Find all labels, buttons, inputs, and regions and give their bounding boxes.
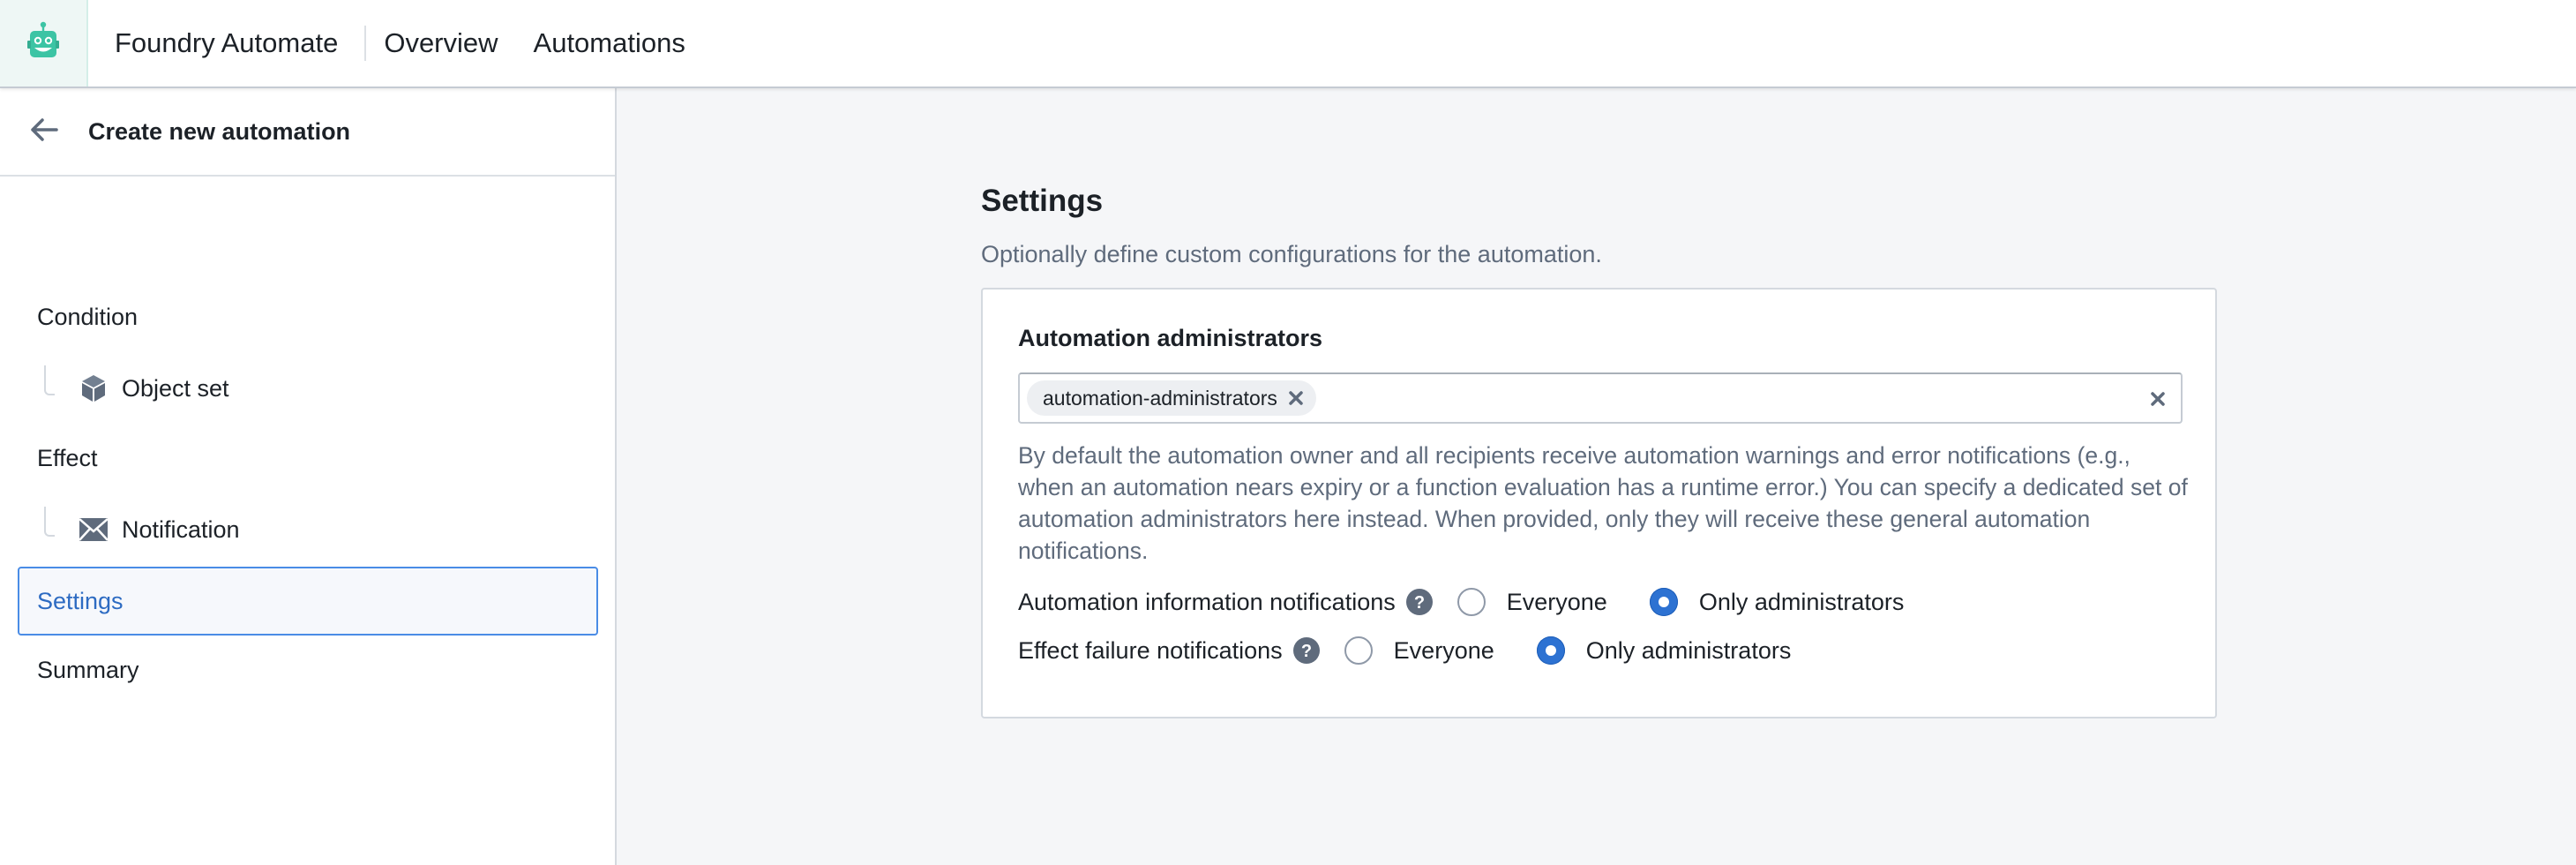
arrow-left-icon xyxy=(30,117,58,147)
info-radio-everyone[interactable]: Everyone xyxy=(1456,588,1607,616)
radio-button[interactable] xyxy=(1456,588,1486,616)
step-settings[interactable]: Settings xyxy=(18,567,598,636)
help-question-icon[interactable]: ? xyxy=(1405,589,1433,615)
top-navbar: Foundry Automate Overview Automations xyxy=(0,0,2576,88)
step-condition[interactable]: Condition xyxy=(37,304,138,331)
radio-label: Everyone xyxy=(1393,636,1494,664)
clear-all-icon[interactable] xyxy=(2149,390,2167,408)
sidebar-header: Create new automation xyxy=(0,88,615,177)
settings-card: Automation administrators automation-adm… xyxy=(981,288,2217,718)
failure-radio-everyone[interactable]: Everyone xyxy=(1344,636,1494,665)
cube-icon xyxy=(79,374,108,402)
step-effect[interactable]: Effect xyxy=(37,445,98,472)
failure-notifications-setting: Effect failure notifications ? Everyone … xyxy=(1018,636,1791,665)
step-summary[interactable]: Summary xyxy=(37,657,139,684)
radio-button-checked[interactable] xyxy=(1649,588,1678,616)
admin-chip: automation-administrators xyxy=(1027,380,1316,416)
admins-label: Automation administrators xyxy=(1018,325,1323,351)
robot-icon xyxy=(21,19,65,68)
radio-button[interactable] xyxy=(1344,636,1373,665)
help-question-icon[interactable]: ? xyxy=(1292,637,1320,664)
page-title: Settings xyxy=(981,184,1104,218)
app-logo[interactable] xyxy=(0,0,88,86)
step-label: Object set xyxy=(122,374,229,402)
radio-label: Only administrators xyxy=(1585,636,1792,664)
nav-divider xyxy=(364,26,367,61)
info-radio-only-admins[interactable]: Only administrators xyxy=(1649,588,1905,616)
sidebar-title: Create new automation xyxy=(88,117,351,145)
admins-help-text: By default the automation owner and all … xyxy=(1018,442,2188,564)
setting-label: Automation information notifications xyxy=(1018,588,1396,615)
admins-tag-input[interactable]: automation-administrators xyxy=(1018,372,2183,424)
svg-text:?: ? xyxy=(1414,593,1425,613)
page-subtitle: Optionally define custom configurations … xyxy=(981,241,1602,267)
tree-connector xyxy=(44,507,55,537)
failure-radio-only-admins[interactable]: Only administrators xyxy=(1536,636,1792,665)
step-label: Settings xyxy=(37,587,124,614)
envelope-icon xyxy=(79,515,108,544)
sidebar: Create new automation Condition Object s… xyxy=(0,88,617,865)
chip-label: automation-administrators xyxy=(1043,386,1277,410)
radio-label: Everyone xyxy=(1506,588,1607,615)
tree-connector xyxy=(44,365,55,395)
svg-text:?: ? xyxy=(1301,642,1312,661)
setting-label: Effect failure notifications xyxy=(1018,636,1283,664)
info-notifications-setting: Automation information notifications ? E… xyxy=(1018,588,1904,616)
radio-button-checked[interactable] xyxy=(1536,636,1565,665)
nav-automations[interactable]: Automations xyxy=(534,27,685,59)
step-label: Notification xyxy=(122,515,240,543)
step-notification[interactable]: Notification xyxy=(44,507,240,544)
back-button[interactable] xyxy=(26,114,62,149)
radio-label: Only administrators xyxy=(1698,588,1905,615)
remove-chip-icon[interactable] xyxy=(1288,390,1304,406)
app-name[interactable]: Foundry Automate xyxy=(115,27,338,59)
step-object-set[interactable]: Object set xyxy=(44,365,229,402)
nav-overview[interactable]: Overview xyxy=(384,27,498,59)
